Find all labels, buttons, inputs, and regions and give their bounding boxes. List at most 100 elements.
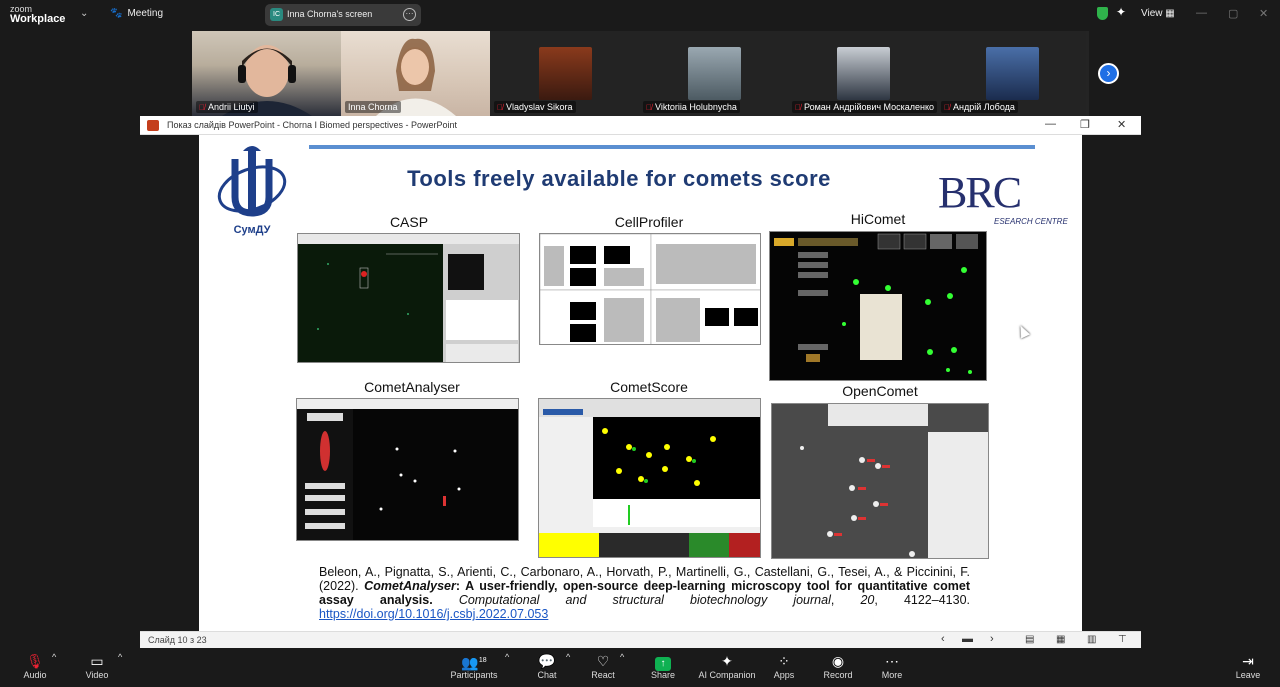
casp-ui-graphic	[298, 234, 519, 362]
tool-label-casp: CASP	[389, 214, 429, 230]
slide-menu-icon[interactable]: ▬	[962, 633, 973, 645]
muted-mic-icon: 🎙̸	[795, 103, 801, 112]
video-options-chevron-icon[interactable]: ^	[118, 652, 122, 662]
cometanalyser-screenshot	[296, 398, 519, 541]
participants-button[interactable]: 👥18 Participants	[450, 652, 498, 680]
normal-view-icon[interactable]: ▤	[1025, 634, 1034, 645]
doi-link[interactable]: https://doi.org/10.1016/j.csbj.2022.07.0…	[319, 607, 548, 621]
tool-label-cometscore: CometScore	[610, 379, 688, 395]
opencomet-screenshot	[771, 403, 989, 559]
security-shield-icon[interactable]	[1097, 7, 1108, 20]
audio-options-chevron-icon[interactable]: ^	[52, 652, 56, 662]
close-icon[interactable]: ✕	[1259, 7, 1268, 20]
record-button[interactable]: ◉ Record	[822, 652, 854, 680]
react-chevron-icon[interactable]: ^	[620, 652, 624, 662]
chat-chevron-icon[interactable]: ^	[566, 652, 570, 662]
brc-logo: BRC ESEARCH CENTRE	[938, 168, 1068, 226]
sumdu-logo: СумДУ	[213, 145, 291, 237]
powerpoint-window: Показ слайдів PowerPoint - Chorna I Biom…	[140, 116, 1141, 648]
presenter-avatar-icon: IC	[270, 8, 283, 21]
avatar	[687, 47, 741, 100]
top-bar: zoom Workplace ⌄ 🐾 Meeting IC Inna Chorna…	[0, 0, 1280, 30]
react-button[interactable]: ♡ React	[588, 652, 618, 680]
cometanalyser-ui-graphic	[297, 399, 518, 540]
participant-tile[interactable]: 🎙̸ Viktoriia Holubnycha	[639, 31, 788, 116]
ai-companion-icon: ✦	[721, 653, 733, 669]
tool-label-cometanalyser: CometAnalyser	[364, 379, 460, 395]
ai-sparkle-icon[interactable]: ✦	[1116, 5, 1126, 19]
muted-mic-icon: 🎙̸	[944, 103, 950, 112]
participants-icon: 👥18	[461, 654, 487, 671]
divider	[309, 145, 1035, 149]
leave-icon: ⇥	[1242, 653, 1254, 669]
minimize-icon[interactable]: —	[1045, 118, 1056, 130]
participant-tile[interactable]: 🎙̸ Andrii Liutyi	[192, 31, 341, 116]
slideshow-view-icon[interactable]: ⊤	[1118, 634, 1127, 645]
close-icon[interactable]: ✕	[1117, 118, 1126, 131]
camera-icon: ▭	[90, 653, 104, 669]
screen-share-label: Inna Chorna's screen	[287, 9, 373, 19]
slide: СумДУ Tools freely available for comets …	[199, 135, 1082, 631]
opencomet-ui-graphic	[772, 404, 988, 558]
meeting-controls: 🎙 Audio ^ ▭ Video ^ 👥18 Participants ^ 💬 Cha…	[0, 648, 1280, 687]
muted-mic-icon: 🎙̸	[646, 103, 652, 112]
leave-button[interactable]: ⇥ Leave	[1234, 652, 1262, 680]
participant-tile[interactable]: 🎙̸ Vladyslav Sikora	[490, 31, 639, 116]
tool-label-hicomet: HiComet	[850, 211, 906, 227]
more-button[interactable]: ⋯ More	[878, 652, 906, 680]
cellprofiler-screenshot	[539, 233, 761, 345]
restore-icon[interactable]: ❐	[1080, 118, 1090, 131]
participants-chevron-icon[interactable]: ^	[505, 652, 509, 662]
slide-area: СумДУ Tools freely available for comets …	[140, 135, 1141, 631]
slide-title: Tools freely available for comets score	[407, 166, 831, 191]
more-icon: ⋯	[885, 653, 899, 669]
record-icon: ◉	[831, 653, 845, 669]
university-emblem	[217, 146, 287, 217]
casp-screenshot	[297, 233, 520, 363]
slide-sorter-icon[interactable]: ▦	[1056, 634, 1065, 645]
participant-tile-active-speaker[interactable]: Inna Chorna	[341, 31, 490, 116]
chevron-down-icon[interactable]: ⌄	[80, 8, 88, 19]
audio-button[interactable]: 🎙 Audio	[18, 652, 52, 680]
meeting-menu[interactable]: 🐾 Meeting	[110, 8, 163, 19]
paw-icon: 🐾	[110, 8, 123, 19]
chat-button[interactable]: 💬 Chat	[532, 652, 562, 680]
video-button[interactable]: ▭ Video	[80, 652, 114, 680]
powerpoint-icon	[147, 120, 159, 131]
tool-label-opencomet: OpenComet	[842, 383, 918, 399]
citation: Beleon, A., Pignatta, S., Arienti, C., C…	[319, 565, 970, 621]
react-icon: ♡	[596, 653, 610, 669]
participant-tile[interactable]: 🎙̸ Роман Андрійович Москаленко	[788, 31, 938, 116]
cellprofiler-ui-graphic	[540, 234, 760, 344]
participant-tile[interactable]: 🎙̸ Андрій Лобода	[937, 31, 1086, 116]
maximize-icon[interactable]: ▢	[1228, 7, 1238, 20]
hicomet-ui-graphic	[774, 233, 978, 374]
window-title-bar: Показ слайдів PowerPoint - Chorna I Biom…	[140, 116, 1141, 135]
share-screen-icon: ↑	[648, 652, 678, 671]
muted-mic-icon: 🎙̸	[497, 103, 503, 112]
share-button[interactable]: ↑ Share	[648, 652, 678, 680]
more-options-icon[interactable]: ···	[403, 8, 416, 21]
screen-share-indicator[interactable]: IC Inna Chorna's screen ···	[265, 4, 421, 26]
previous-slide-button[interactable]: ‹	[941, 633, 945, 645]
muted-mic-icon: 🎙̸	[199, 103, 205, 112]
tool-label-cellprofiler: CellProfiler	[614, 214, 684, 230]
view-button[interactable]: View ▦	[1141, 8, 1175, 19]
reading-view-icon[interactable]: ▥	[1087, 634, 1096, 645]
avatar	[538, 47, 592, 100]
cometscore-ui-graphic	[539, 399, 760, 557]
apps-button[interactable]: ⁘ Apps	[770, 652, 798, 680]
avatar	[836, 47, 890, 100]
participant-gallery: 🎙̸ Andrii Liutyi Inna Chorna 🎙̸ Vladyslav …	[192, 31, 1089, 116]
next-slide-button[interactable]: ›	[990, 633, 994, 645]
minimize-icon[interactable]: —	[1196, 7, 1207, 19]
apps-icon: ⁘	[778, 653, 790, 669]
slideshow-status-bar: Слайд 10 з 23 ‹ ▬ › ▤ ▦ ▥ ⊤	[140, 631, 1141, 648]
slide-counter: Слайд 10 з 23	[148, 635, 207, 645]
ai-companion-button[interactable]: ✦ AI Companion	[698, 652, 756, 680]
muted-mic-icon: 🎙	[26, 653, 44, 669]
next-page-button[interactable]: ›	[1098, 63, 1119, 84]
chat-icon: 💬	[538, 653, 556, 669]
hicomet-screenshot	[769, 231, 987, 381]
zoom-logo: zoom Workplace	[10, 4, 66, 25]
